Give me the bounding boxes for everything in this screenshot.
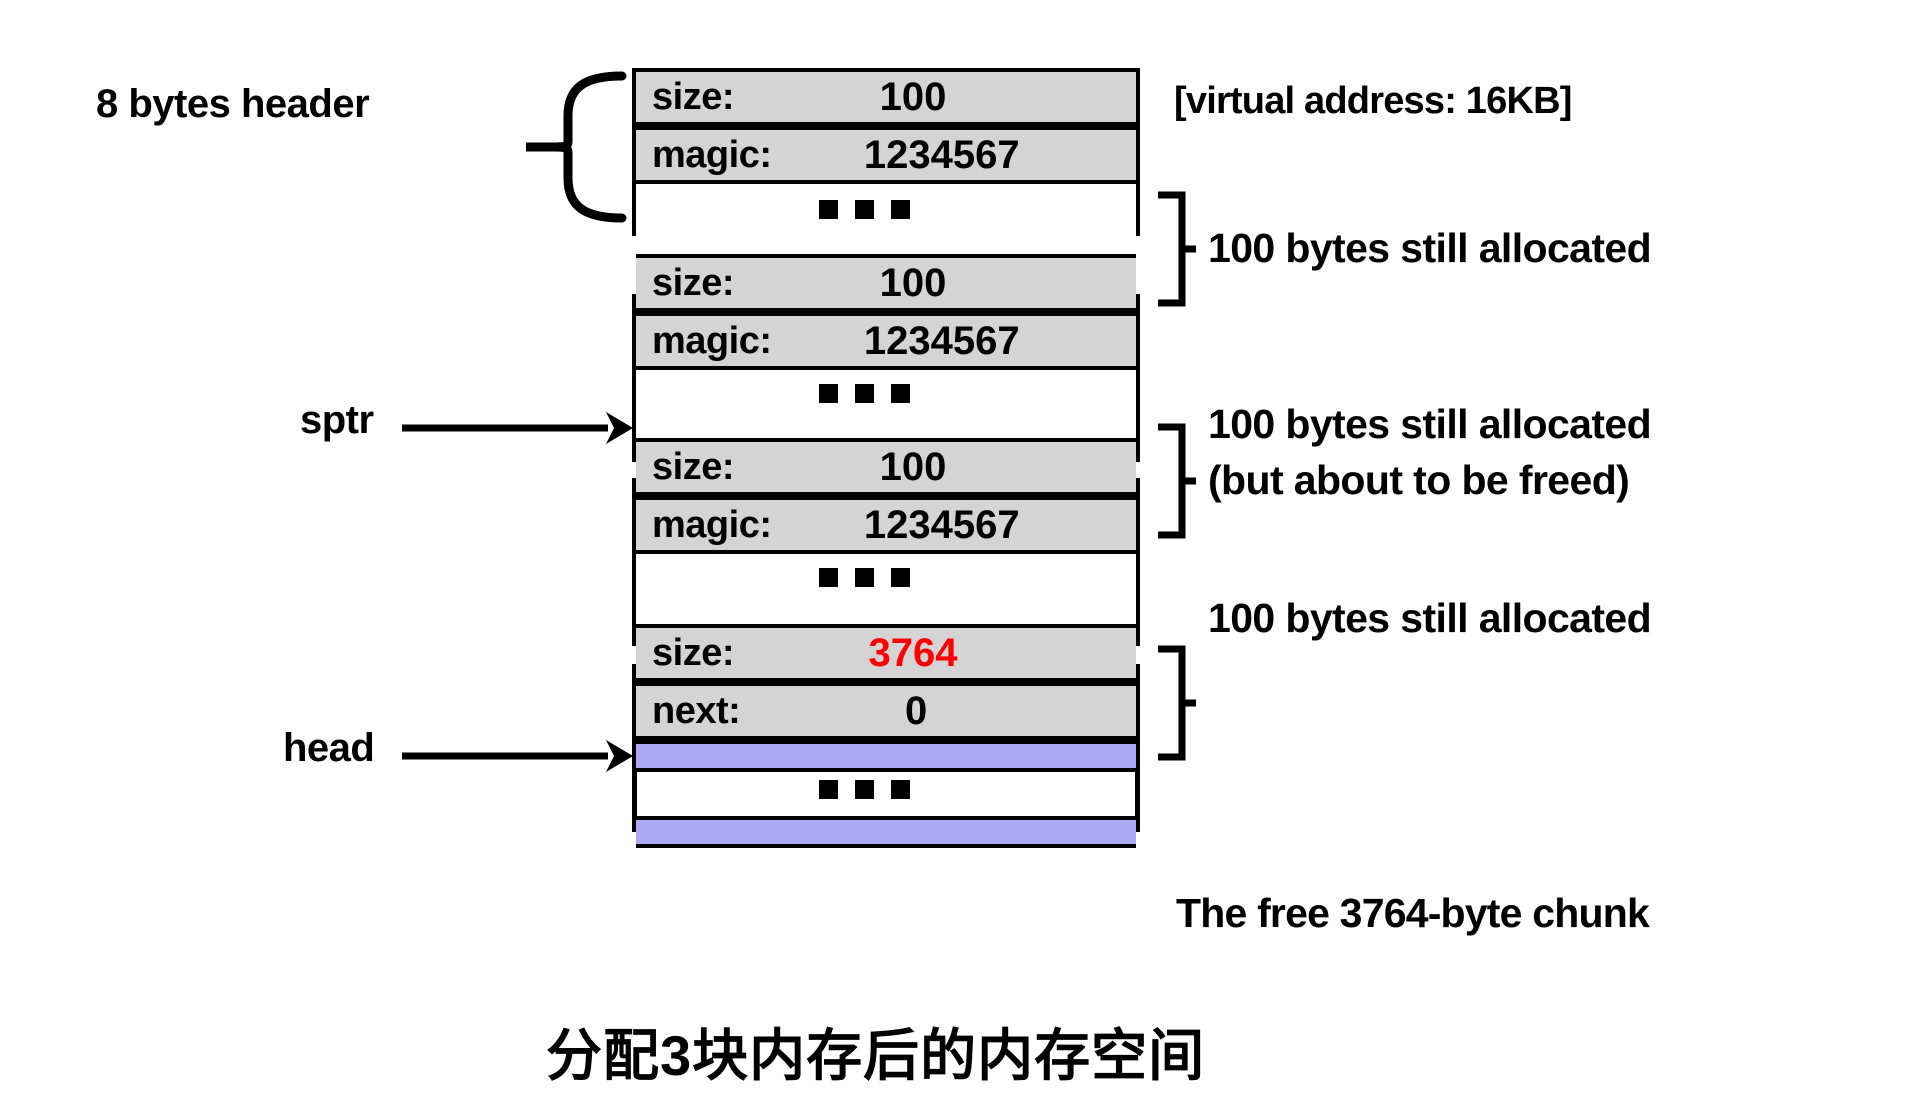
annotation-block-2-line-1: 100 bytes still allocated: [1208, 401, 1652, 447]
block-1-magic-value: 1234567: [863, 132, 1020, 177]
bracket-block-2-icon: [1158, 423, 1196, 539]
block-3-magic-value: 1234567: [863, 502, 1020, 547]
diagram-caption: 分配3块内存后的内存空间: [546, 1024, 1206, 1087]
block-3-magic-row: magic: 1234567: [636, 496, 1136, 554]
block-4-next-value: 0: [905, 688, 928, 733]
block-2-size-key: size:: [652, 261, 734, 304]
header-brace-icon: [526, 71, 627, 223]
annotation-block-2-line-2: (but about to be freed): [1208, 457, 1630, 503]
block-2-ellipsis: [819, 384, 910, 403]
block-2-magic-value: 1234567: [863, 318, 1020, 363]
head-arrow-icon: [402, 740, 633, 772]
block-1-size-key: size:: [652, 75, 734, 118]
block-3-magic-key: magic:: [652, 503, 772, 546]
block-3-size-value: 100: [879, 444, 947, 489]
block-2-size-value: 100: [879, 260, 947, 305]
annotation-block-3: 100 bytes still allocated: [1208, 595, 1652, 641]
bracket-block-1-icon: [1158, 191, 1196, 307]
label-8-bytes-header: 8 bytes header: [96, 82, 370, 126]
virtual-address-note: [virtual address: 16KB]: [1174, 80, 1572, 122]
block-3-size-key: size:: [652, 445, 734, 488]
block-3-size-row: size: 100: [636, 438, 1136, 496]
block-3-ellipsis: [819, 568, 910, 587]
bracket-block-3-icon: [1158, 645, 1196, 761]
free-chunk-note: The free 3764-byte chunk: [1176, 890, 1650, 936]
block-1-size-value: 100: [879, 74, 947, 119]
pointer-label-head: head: [283, 726, 375, 770]
block-1-ellipsis: [819, 200, 910, 219]
block-4-ellipsis: [819, 780, 910, 799]
block-4-size-value: 3764: [868, 630, 958, 675]
block-2-size-row: size: 100: [636, 254, 1136, 312]
block-4-next-row: next: 0: [636, 682, 1136, 740]
block-4-size-row: size: 3764: [636, 624, 1136, 682]
pointer-label-sptr: sptr: [300, 398, 374, 442]
block-2-magic-key: magic:: [652, 319, 772, 362]
block-1-magic-row: magic: 1234567: [636, 126, 1136, 184]
free-chunk-bar-top: [636, 740, 1136, 772]
annotation-block-1: 100 bytes still allocated: [1208, 225, 1652, 271]
diagram-canvas: 8 bytes header sptr head size: 100 magic…: [0, 0, 1909, 1103]
sptr-arrow-icon: [402, 412, 633, 444]
block-4-size-key: size:: [652, 631, 734, 674]
block-4-next-key: next:: [652, 689, 741, 732]
block-1-magic-key: magic:: [652, 133, 772, 176]
free-chunk-bar-bottom: [636, 816, 1136, 848]
block-1-size-row: size: 100: [636, 68, 1136, 126]
block-2-magic-row: magic: 1234567: [636, 312, 1136, 370]
